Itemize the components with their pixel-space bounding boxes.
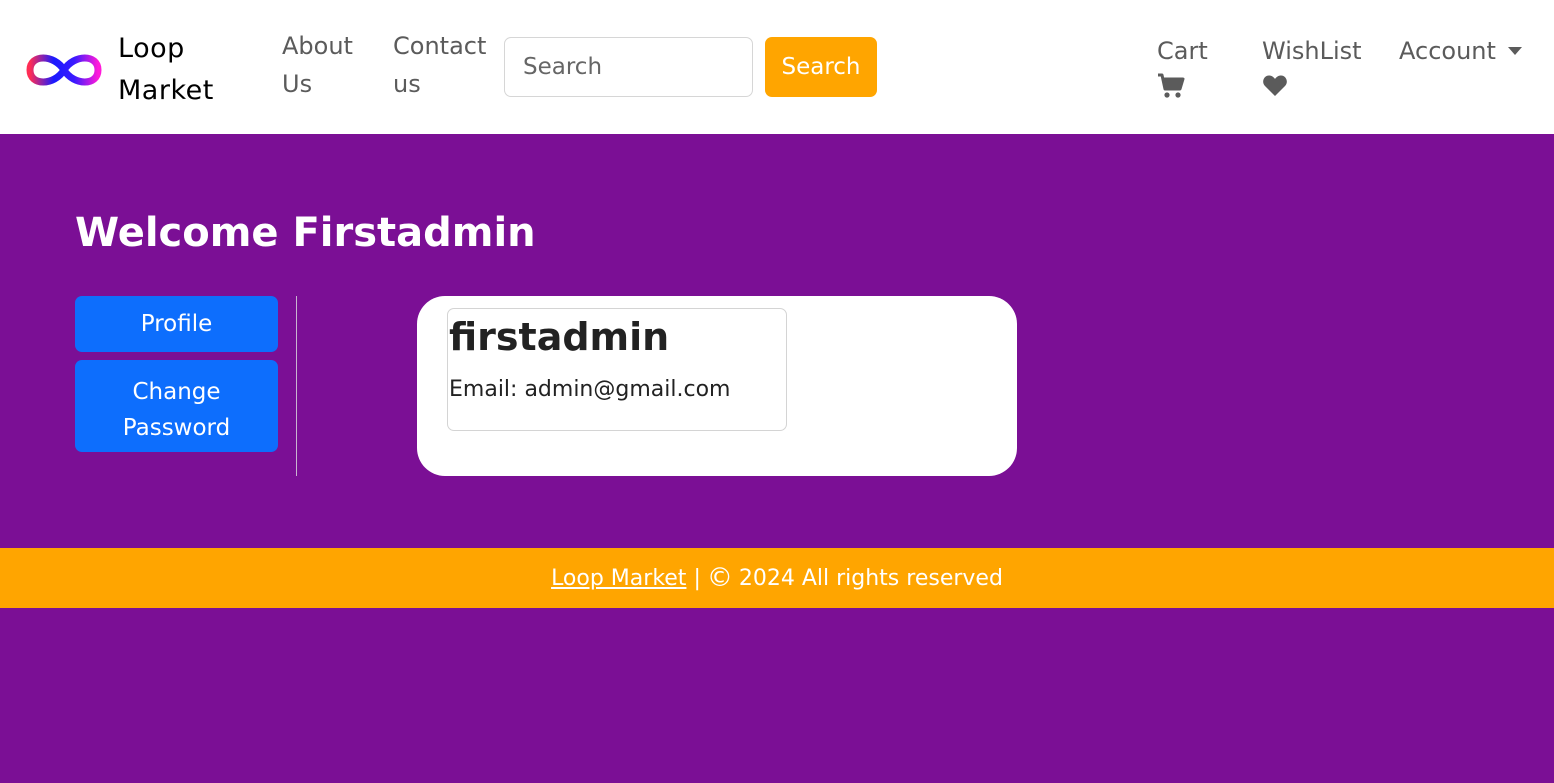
nav-about-line2: Us [282,70,313,98]
wishlist-label: WishList [1262,37,1362,65]
brand-name-line2: Market [118,75,214,106]
brand-name-line1: Loop [118,33,185,64]
nav-link-contact-us[interactable]: Contact us [393,27,489,103]
sidebar-divider [296,296,297,476]
cart-icon [1158,73,1185,98]
brand[interactable]: Loop Market [24,28,214,112]
nav-link-wishlist[interactable]: WishList [1262,32,1362,100]
copyright-icon: © [706,563,733,593]
footer: Loop Market | © 2024 All rights reserved [0,548,1554,608]
search-button[interactable]: Search [765,37,877,97]
navbar: Loop Market About Us Contact us Search C… [0,0,1554,134]
brand-name: Loop Market [118,28,214,112]
infinity-icon [26,54,102,86]
profile-button[interactable]: Profile [75,296,278,352]
nav-contact-line1: Contact [393,32,487,60]
footer-separator: | [693,565,701,591]
profile-email: Email: admin@gmail.com [449,377,731,402]
change-password-line2: Password [122,415,231,441]
nav-about-line1: About [282,32,353,60]
account-dropdown[interactable]: Account [1399,32,1522,70]
profile-card: firstadmin Email: admin@gmail.com [417,296,1017,476]
footer-brand-link[interactable]: Loop Market [551,566,686,591]
chevron-down-icon [1507,47,1522,55]
change-password-line1: Change [132,379,221,405]
profile-details: firstadmin Email: admin@gmail.com [447,308,787,431]
change-password-button[interactable]: Change Password [75,360,278,452]
account-label: Account [1399,37,1496,65]
nav-link-cart[interactable]: Cart [1157,32,1208,100]
nav-link-about-us[interactable]: About Us [282,27,362,103]
nav-contact-line2: us [393,70,421,98]
cart-label: Cart [1157,37,1208,65]
footer-text: 2024 All rights reserved [738,565,1003,591]
search-input[interactable] [504,37,753,97]
profile-username: firstadmin [449,315,670,359]
page-title: Welcome Firstadmin [75,210,536,256]
heart-icon [1263,75,1287,96]
